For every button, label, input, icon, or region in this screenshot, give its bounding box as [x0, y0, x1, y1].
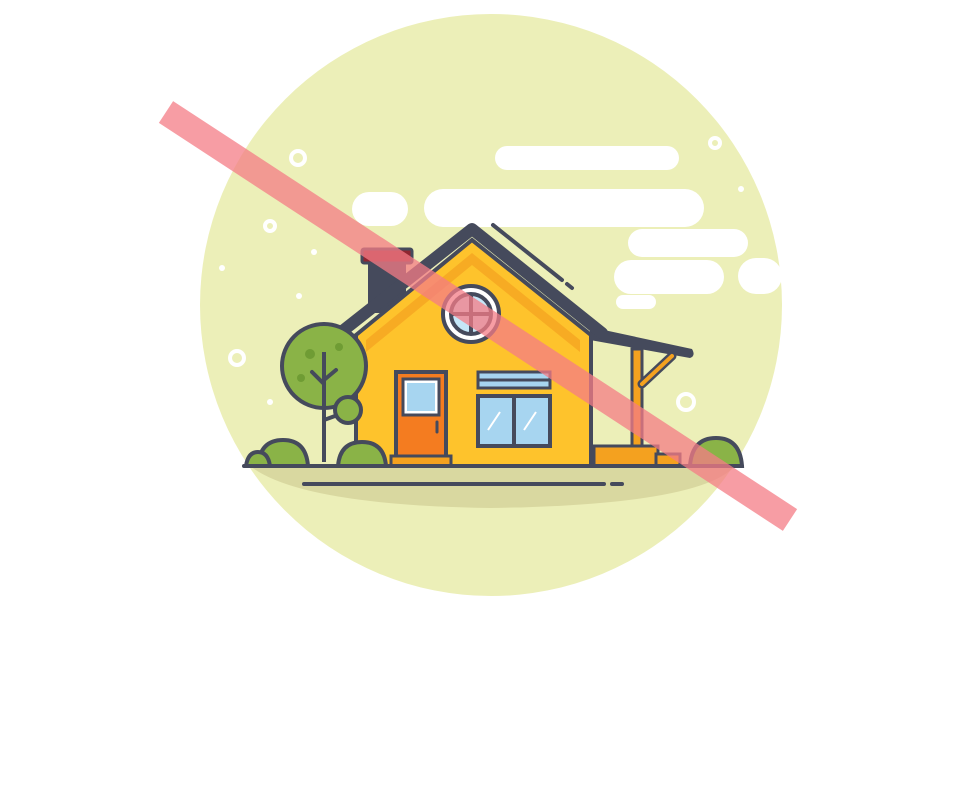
house-illustration [158, 14, 798, 596]
illustration-stage [0, 0, 954, 796]
window [476, 370, 552, 448]
door [389, 370, 453, 468]
